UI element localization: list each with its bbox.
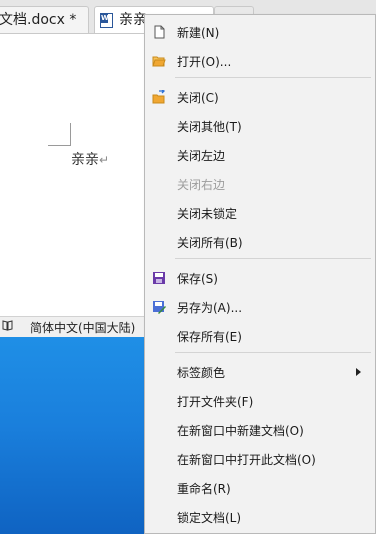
menu-item-label: 在新窗口中新建文档(O) [177,424,304,438]
submenu-arrow-icon [356,368,361,376]
document-text[interactable]: 亲亲↵ [71,149,109,169]
margin-marker-vertical [70,123,71,146]
menu-item-label: 保存(S) [177,272,218,286]
menu-item-close-all[interactable]: 关闭所有(B) [145,229,375,255]
menu-item-tab-color[interactable]: 标签颜色 [145,359,375,385]
menu-item-close-others[interactable]: 关闭其他(T) [145,113,375,139]
menu-item-label: 打开(O)... [177,55,232,69]
tab-current-label: 亲亲 [119,12,147,28]
margin-marker-horizontal [48,145,71,146]
menu-item-close[interactable]: 关闭(C) [145,84,375,110]
new-document-icon [152,25,166,39]
book-icon[interactable] [2,320,13,331]
close-folder-icon [152,89,166,104]
tab-document[interactable]: 文档.docx * [0,6,89,33]
menu-item-lock-document[interactable]: 锁定文档(L) [145,504,375,530]
document-content: 亲亲 [71,152,99,168]
menu-item-close-right: 关闭右边 [145,171,375,197]
language-indicator[interactable]: 简体中文(中国大陆) [30,319,135,336]
menu-item-label: 关闭其他(T) [177,120,242,134]
menu-item-new[interactable]: 新建(N) [145,19,375,45]
menu-item-save[interactable]: 保存(S) [145,265,375,291]
menu-item-label: 锁定文档(L) [177,511,242,525]
menu-item-label: 标签颜色 [177,366,226,380]
save-as-icon [152,300,166,314]
menu-separator [175,258,371,259]
open-folder-icon [152,54,166,68]
menu-item-label: 在新窗口中打开此文档(O) [177,453,316,467]
menu-item-close-unlocked[interactable]: 关闭未锁定 [145,200,375,226]
paragraph-mark: ↵ [99,153,110,167]
menu-item-new-in-new-window[interactable]: 在新窗口中新建文档(O) [145,417,375,443]
menu-item-open-folder[interactable]: 打开文件夹(F) [145,388,375,414]
tab-document-label: 文档.docx * [0,12,77,28]
menu-item-label: 新建(N) [177,26,220,40]
menu-separator [175,352,371,353]
tab-context-menu: 新建(N) 打开(O)... 关闭(C) 关闭其他(T) 关闭左边 关闭右边 关… [144,14,376,534]
menu-item-label: 关闭所有(B) [177,236,243,250]
menu-item-label: 打开文件夹(F) [177,395,254,409]
menu-item-open[interactable]: 打开(O)... [145,48,375,74]
menu-item-label: 重命名(R) [177,482,231,496]
menu-item-label: 关闭右边 [177,178,226,192]
menu-item-open-in-new-window[interactable]: 在新窗口中打开此文档(O) [145,446,375,472]
menu-item-label: 关闭未锁定 [177,207,238,221]
menu-item-label: 保存所有(E) [177,330,242,344]
menu-item-save-as[interactable]: 另存为(A)... [145,294,375,320]
word-document-icon [100,13,113,28]
menu-item-label: 关闭(C) [177,91,219,105]
menu-item-close-left[interactable]: 关闭左边 [145,142,375,168]
menu-separator [175,77,371,78]
menu-item-rename[interactable]: 重命名(R) [145,475,375,501]
menu-item-label: 另存为(A)... [177,301,243,315]
menu-item-save-all[interactable]: 保存所有(E) [145,323,375,349]
menu-item-label: 关闭左边 [177,149,226,163]
save-icon [152,271,166,285]
